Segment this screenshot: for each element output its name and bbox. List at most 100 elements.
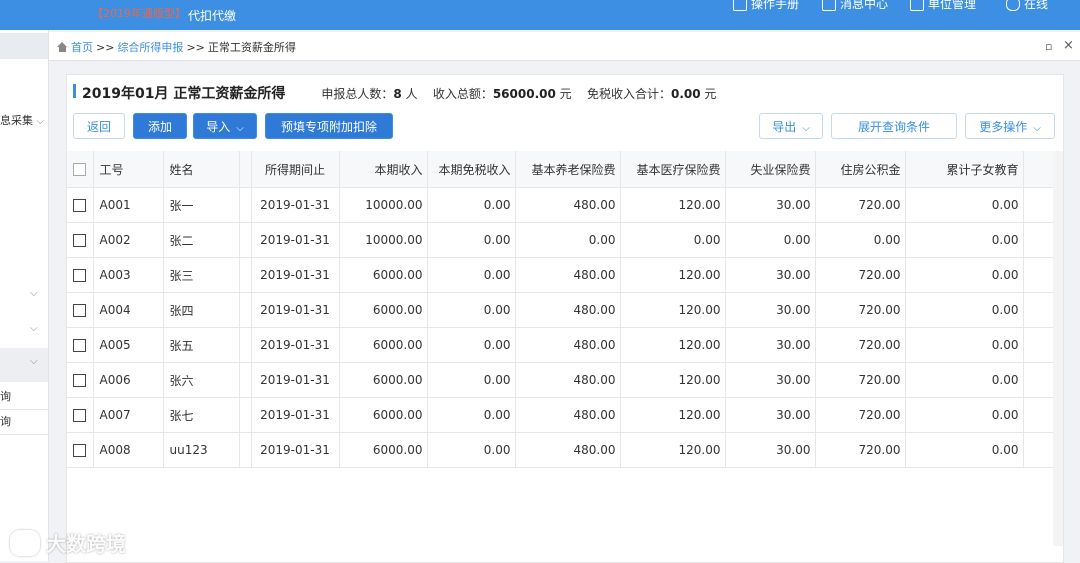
table-cell bbox=[239, 257, 252, 293]
table-cell: 30.00 bbox=[725, 187, 816, 223]
sidebar-subitem[interactable]: 询 bbox=[0, 385, 48, 410]
table-cell: 480.00 bbox=[515, 362, 621, 398]
table-cell-spacer bbox=[1023, 187, 1054, 223]
more-ops-dropdown-button[interactable]: 更多操作 ⌵ bbox=[965, 113, 1055, 139]
import-dropdown-button[interactable]: 导入 ⌵ bbox=[193, 113, 257, 139]
watermark: 大数跨境 bbox=[10, 528, 126, 557]
summary-stats: 申报总人数：8 人 收入总额：56000.00 元 免税收入合计：0.00 元 bbox=[321, 87, 717, 101]
column-header[interactable]: 本期收入 bbox=[339, 151, 428, 188]
table-row[interactable]: A006 张六 2019-01-31 6000.00 0.00 480.00 120.00 3… bbox=[67, 362, 1054, 398]
row-checkbox[interactable] bbox=[67, 432, 94, 468]
home-icon bbox=[57, 42, 68, 52]
income-value: 56000.00 bbox=[492, 87, 556, 101]
table-cell: 720.00 bbox=[815, 397, 906, 433]
add-button[interactable]: 添加 bbox=[133, 113, 187, 139]
top-bar: 【2019年通版型】 代扣代缴 操作手册 消息中心 单位管理 在线 bbox=[0, 0, 1080, 30]
table-cell: 0.00 bbox=[427, 222, 516, 258]
table-cell bbox=[239, 432, 252, 468]
chevron-down-icon[interactable]: ⌵ bbox=[30, 323, 38, 334]
table-row[interactable]: A007 张七 2019-01-31 6000.00 0.00 480.00 120.00 3… bbox=[67, 397, 1054, 433]
column-header[interactable]: 住房公积金 bbox=[815, 151, 906, 188]
watermark-logo-icon bbox=[10, 529, 40, 556]
table-cell-spacer bbox=[1023, 397, 1054, 433]
breadcrumb-home[interactable]: 首页 bbox=[71, 39, 93, 55]
table-cell-spacer bbox=[1023, 362, 1054, 398]
table-cell: A001 bbox=[93, 187, 164, 223]
table-cell: 张二 bbox=[163, 222, 240, 258]
table-cell: 张七 bbox=[163, 397, 240, 433]
table-cell: 720.00 bbox=[815, 362, 906, 398]
select-all-checkbox[interactable] bbox=[67, 151, 94, 188]
sidebar-subitem[interactable]: 询 bbox=[0, 410, 48, 435]
nav-company[interactable]: 单位管理 bbox=[910, 0, 976, 12]
table-cell: A006 bbox=[93, 362, 164, 398]
chevron-down-icon: ⌵ bbox=[1033, 123, 1041, 134]
table-row[interactable]: A005 张五 2019-01-31 6000.00 0.00 480.00 120.00 3… bbox=[67, 327, 1054, 363]
column-header[interactable]: 本期免税收入 bbox=[427, 151, 516, 188]
table-cell: 30.00 bbox=[725, 432, 816, 468]
row-checkbox[interactable] bbox=[67, 257, 94, 293]
table-cell: 2019-01-31 bbox=[251, 362, 340, 398]
column-header[interactable]: 所得期间止 bbox=[251, 151, 340, 188]
restore-icon[interactable]: ▫ bbox=[1045, 40, 1052, 53]
breadcrumb-section[interactable]: 综合所得申报 bbox=[117, 39, 183, 55]
column-header[interactable]: 工号 bbox=[93, 151, 164, 188]
table-cell: 张四 bbox=[163, 292, 240, 328]
row-checkbox[interactable] bbox=[67, 397, 94, 433]
table-row[interactable]: A001 张一 2019-01-31 10000.00 0.00 480.00 120.00… bbox=[67, 187, 1054, 223]
table-cell: 480.00 bbox=[515, 432, 621, 468]
column-header[interactable]: 基本养老保险费 bbox=[515, 151, 621, 188]
table-row[interactable]: A008 uu123 2019-01-31 6000.00 0.00 480.00 120.… bbox=[67, 432, 1054, 468]
row-checkbox[interactable] bbox=[67, 327, 94, 363]
table-cell: 120.00 bbox=[620, 187, 726, 223]
sidebar-item-active[interactable]: ⌵ bbox=[0, 348, 48, 382]
table-cell: 0.00 bbox=[427, 362, 516, 398]
table-cell: 720.00 bbox=[815, 292, 906, 328]
prefill-deduction-button[interactable]: 预填专项附加扣除 bbox=[265, 113, 393, 139]
table-cell: 120.00 bbox=[620, 257, 726, 293]
row-checkbox[interactable] bbox=[67, 292, 94, 328]
table-row[interactable]: A002 张二 2019-01-31 10000.00 0.00 0.00 0.00 0.00… bbox=[67, 222, 1054, 258]
table-cell: 0.00 bbox=[515, 222, 621, 258]
table-cell: 0.00 bbox=[905, 187, 1024, 223]
table-cell bbox=[239, 187, 252, 223]
column-header[interactable]: 累计子女教育 bbox=[905, 151, 1024, 188]
expand-query-button[interactable]: 展开查询条件 bbox=[831, 113, 957, 139]
export-dropdown-button[interactable]: 导出 ⌵ bbox=[759, 113, 823, 139]
chevron-down-icon[interactable]: ⌵ bbox=[30, 288, 38, 299]
table-cell-spacer bbox=[1023, 222, 1054, 258]
table-cell bbox=[239, 292, 252, 328]
table-cell: A005 bbox=[93, 327, 164, 363]
sidebar-collapse-bar[interactable] bbox=[0, 33, 48, 59]
table-cell: 2019-01-31 bbox=[251, 257, 340, 293]
close-icon[interactable]: × bbox=[1063, 38, 1074, 53]
table-cell: 720.00 bbox=[815, 257, 906, 293]
table-cell: 720.00 bbox=[815, 327, 906, 363]
table-cell: 2019-01-31 bbox=[251, 397, 340, 433]
row-checkbox[interactable] bbox=[67, 362, 94, 398]
table-cell: A003 bbox=[93, 257, 164, 293]
column-header[interactable]: 基本医疗保险费 bbox=[620, 151, 726, 188]
nav-online[interactable]: 在线 bbox=[1006, 0, 1048, 12]
vertical-scrollbar[interactable] bbox=[1053, 151, 1063, 546]
table-cell: 6000.00 bbox=[339, 327, 428, 363]
table-cell: 30.00 bbox=[725, 292, 816, 328]
table-cell: 120.00 bbox=[620, 292, 726, 328]
column-header[interactable]: 姓名 bbox=[163, 151, 240, 188]
sidebar-item-collect[interactable]: 息采集 ⌵ bbox=[0, 112, 44, 128]
table-cell-spacer bbox=[1023, 327, 1054, 363]
table-cell: 2019-01-31 bbox=[251, 327, 340, 363]
table-cell: uu123 bbox=[163, 432, 240, 468]
back-button[interactable]: 返回 bbox=[73, 113, 125, 139]
nav-messages[interactable]: 消息中心 bbox=[822, 0, 888, 12]
table-row[interactable]: A003 张三 2019-01-31 6000.00 0.00 480.00 120.00 3… bbox=[67, 257, 1054, 293]
table-cell: 30.00 bbox=[725, 257, 816, 293]
table-row[interactable]: A004 张四 2019-01-31 6000.00 0.00 480.00 120.00 3… bbox=[67, 292, 1054, 328]
row-checkbox[interactable] bbox=[67, 222, 94, 258]
column-header[interactable]: 失业保险费 bbox=[725, 151, 816, 188]
table-cell: 0.00 bbox=[427, 397, 516, 433]
row-checkbox[interactable] bbox=[67, 187, 94, 223]
nav-manual[interactable]: 操作手册 bbox=[733, 0, 799, 12]
title-accent-bar bbox=[73, 84, 76, 98]
table-cell: 0.00 bbox=[905, 327, 1024, 363]
